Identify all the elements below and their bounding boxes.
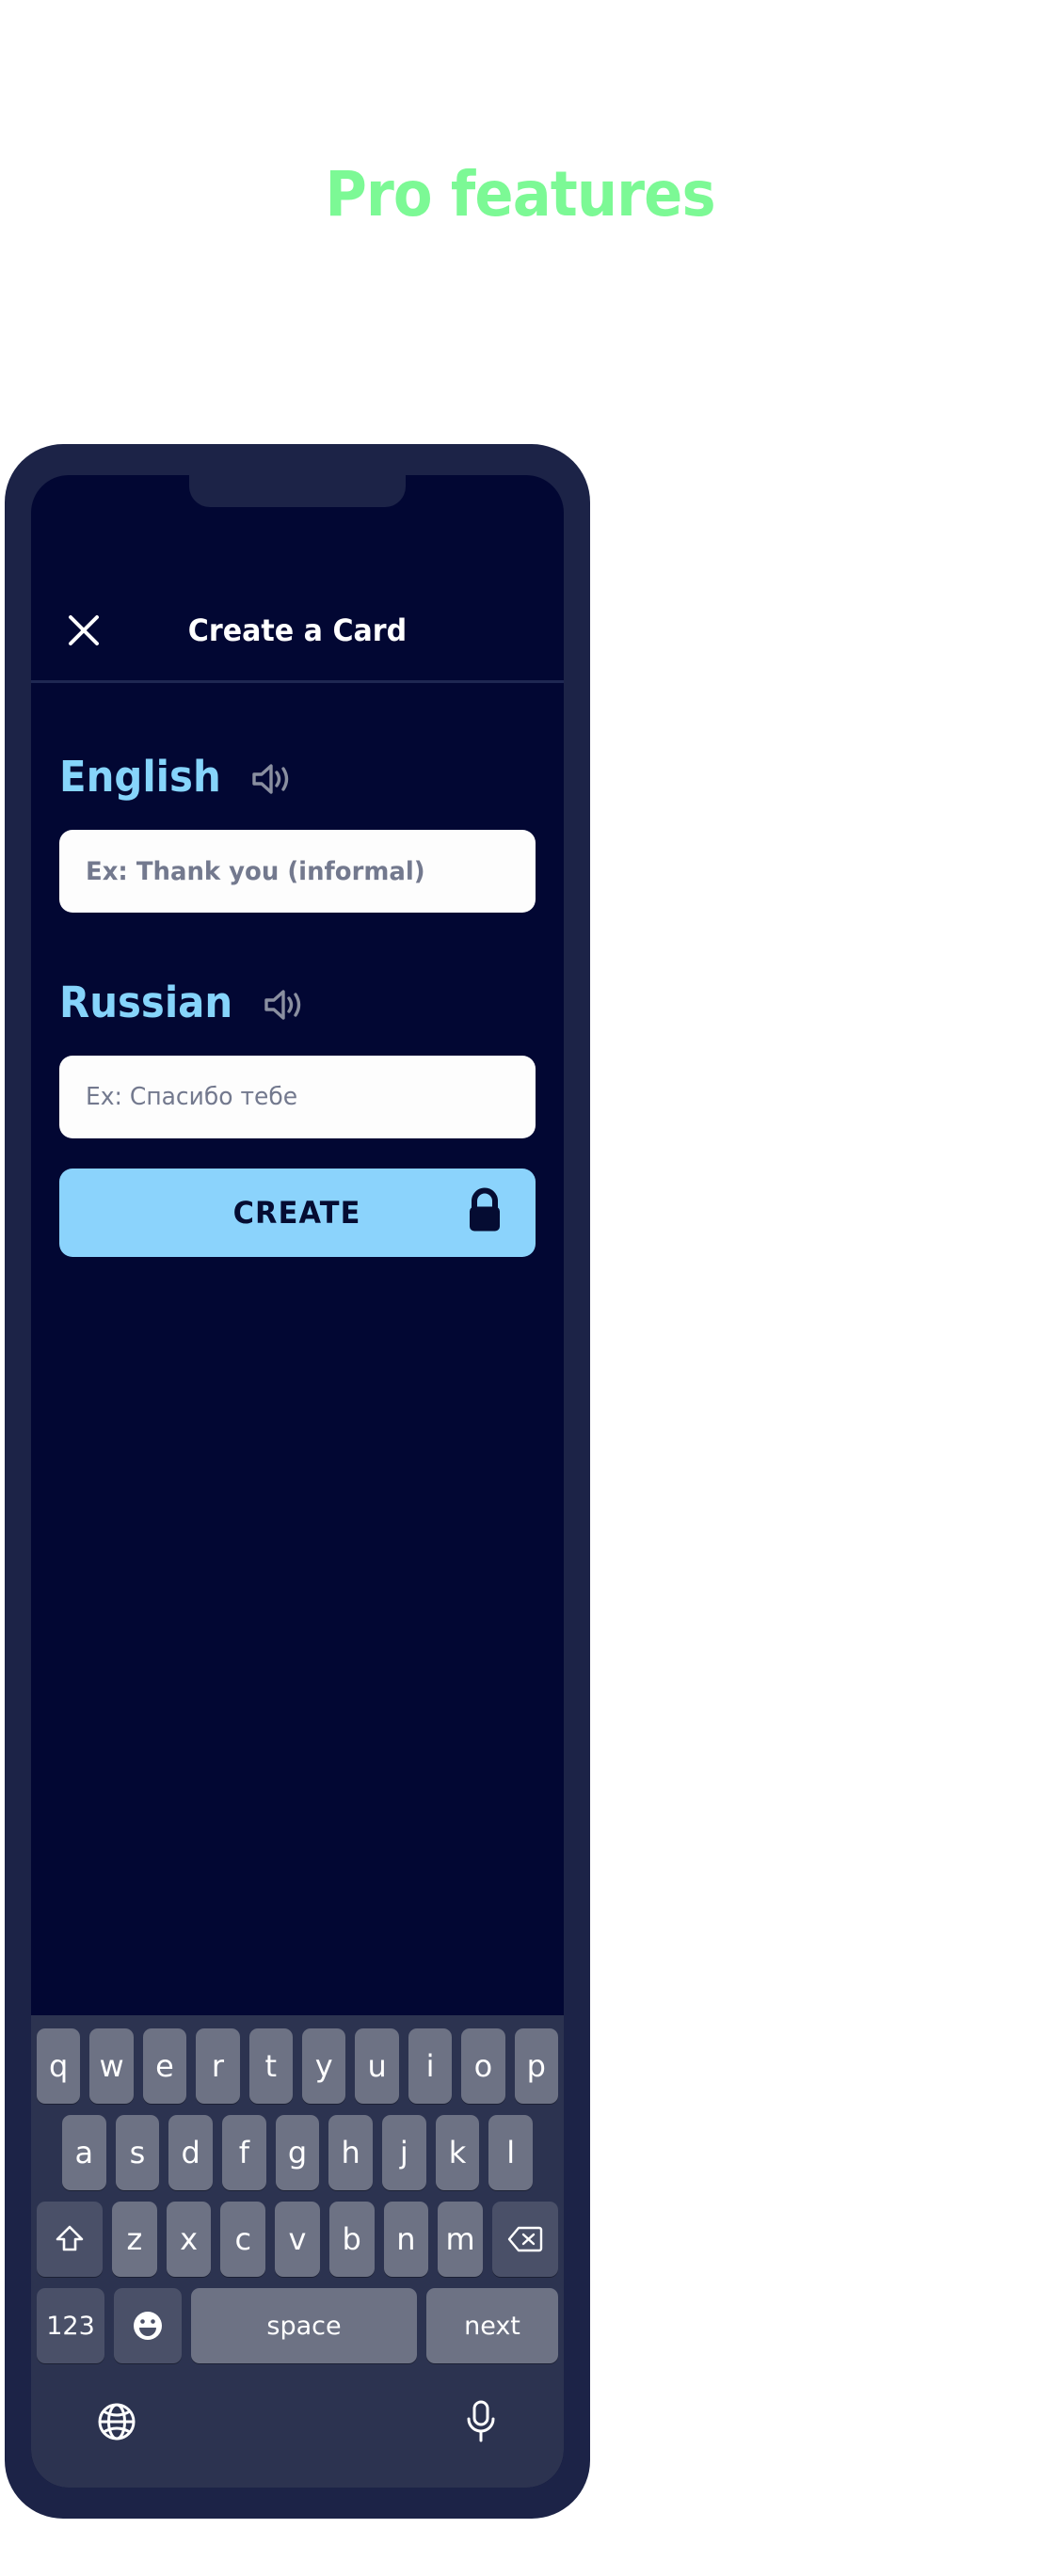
keyboard-bottom-bar bbox=[37, 2375, 558, 2473]
app-header-title: Create a Card bbox=[187, 612, 408, 648]
app-header: Create a Card bbox=[31, 580, 564, 680]
key-s[interactable]: s bbox=[115, 2115, 160, 2190]
microphone-icon bbox=[467, 2400, 495, 2441]
key-r[interactable]: r bbox=[196, 2028, 240, 2104]
key-y[interactable]: y bbox=[302, 2028, 346, 2104]
numeric-key[interactable]: 123 bbox=[37, 2288, 104, 2363]
key-l[interactable]: l bbox=[488, 2115, 534, 2190]
globe-icon bbox=[98, 2403, 136, 2440]
microphone-key[interactable] bbox=[462, 2398, 500, 2450]
keyboard-row-3: z x c v b n m bbox=[37, 2202, 558, 2277]
key-k[interactable]: k bbox=[435, 2115, 480, 2190]
key-z[interactable]: z bbox=[112, 2202, 157, 2277]
next-key[interactable]: next bbox=[426, 2288, 558, 2363]
create-button-label: CREATE bbox=[233, 1195, 361, 1231]
key-v[interactable]: v bbox=[275, 2202, 320, 2277]
key-j[interactable]: j bbox=[382, 2115, 426, 2190]
target-text-input[interactable]: Ex: Спасибо тебе bbox=[59, 1056, 536, 1138]
key-d[interactable]: d bbox=[168, 2115, 213, 2190]
keyboard-row-4: 123 space next bbox=[37, 2288, 558, 2363]
keyboard-row-1: q w e r t y u i o p bbox=[36, 2028, 559, 2104]
page-title: Pro features bbox=[325, 158, 715, 231]
emoji-key[interactable] bbox=[114, 2288, 182, 2363]
key-o[interactable]: o bbox=[461, 2028, 505, 2104]
key-m[interactable]: m bbox=[438, 2202, 483, 2277]
key-q[interactable]: q bbox=[36, 2028, 81, 2104]
source-language-row: English bbox=[59, 741, 536, 811]
target-language-row: Russian bbox=[59, 967, 536, 1037]
key-u[interactable]: u bbox=[355, 2028, 399, 2104]
key-c[interactable]: c bbox=[220, 2202, 266, 2277]
key-h[interactable]: h bbox=[328, 2115, 374, 2190]
page-root: Pro features Create a Card English Ex: T… bbox=[0, 0, 1040, 2576]
shift-key[interactable] bbox=[37, 2202, 104, 2277]
lock-icon bbox=[464, 1187, 505, 1238]
key-p[interactable]: p bbox=[514, 2028, 559, 2104]
speaker-icon-glyph bbox=[264, 990, 301, 1020]
key-w[interactable]: w bbox=[89, 2028, 134, 2104]
key-i[interactable]: i bbox=[408, 2028, 453, 2104]
target-language-label: Russian bbox=[59, 977, 233, 1027]
source-text-input[interactable]: Ex: Thank you (informal) bbox=[59, 830, 536, 913]
header-divider bbox=[31, 680, 564, 683]
shift-icon bbox=[56, 2225, 84, 2251]
key-g[interactable]: g bbox=[275, 2115, 320, 2190]
create-button[interactable]: CREATE bbox=[59, 1169, 536, 1257]
target-placeholder: Ex: Спасибо тебе bbox=[86, 1083, 298, 1111]
keyboard-row-2: a s d f g h j k l bbox=[37, 2115, 558, 2190]
key-e[interactable]: e bbox=[142, 2028, 187, 2104]
phone-notch bbox=[189, 475, 406, 507]
source-placeholder: Ex: Thank you (informal) bbox=[86, 856, 425, 886]
virtual-keyboard: q w e r t y u i o p a s d f g h j k l z … bbox=[31, 2015, 564, 2488]
source-language-label: English bbox=[59, 751, 221, 802]
phone-mockup: Create a Card English Ex: Thank you (inf… bbox=[5, 444, 590, 2519]
emoji-icon bbox=[134, 2312, 162, 2340]
space-key[interactable]: space bbox=[191, 2288, 417, 2363]
speaker-icon[interactable] bbox=[263, 981, 304, 1023]
speaker-icon-glyph bbox=[251, 764, 288, 794]
phone-screen: Create a Card English Ex: Thank you (inf… bbox=[31, 475, 564, 2488]
key-n[interactable]: n bbox=[383, 2202, 429, 2277]
key-f[interactable]: f bbox=[222, 2115, 266, 2190]
backspace-key[interactable] bbox=[491, 2202, 558, 2277]
key-x[interactable]: x bbox=[166, 2202, 212, 2277]
key-b[interactable]: b bbox=[328, 2202, 375, 2277]
key-t[interactable]: t bbox=[248, 2028, 293, 2104]
lock-icon-glyph bbox=[470, 1187, 500, 1232]
speaker-icon[interactable] bbox=[250, 755, 292, 797]
key-a[interactable]: a bbox=[61, 2115, 106, 2190]
globe-key[interactable] bbox=[95, 2400, 138, 2448]
backspace-icon bbox=[507, 2226, 543, 2252]
